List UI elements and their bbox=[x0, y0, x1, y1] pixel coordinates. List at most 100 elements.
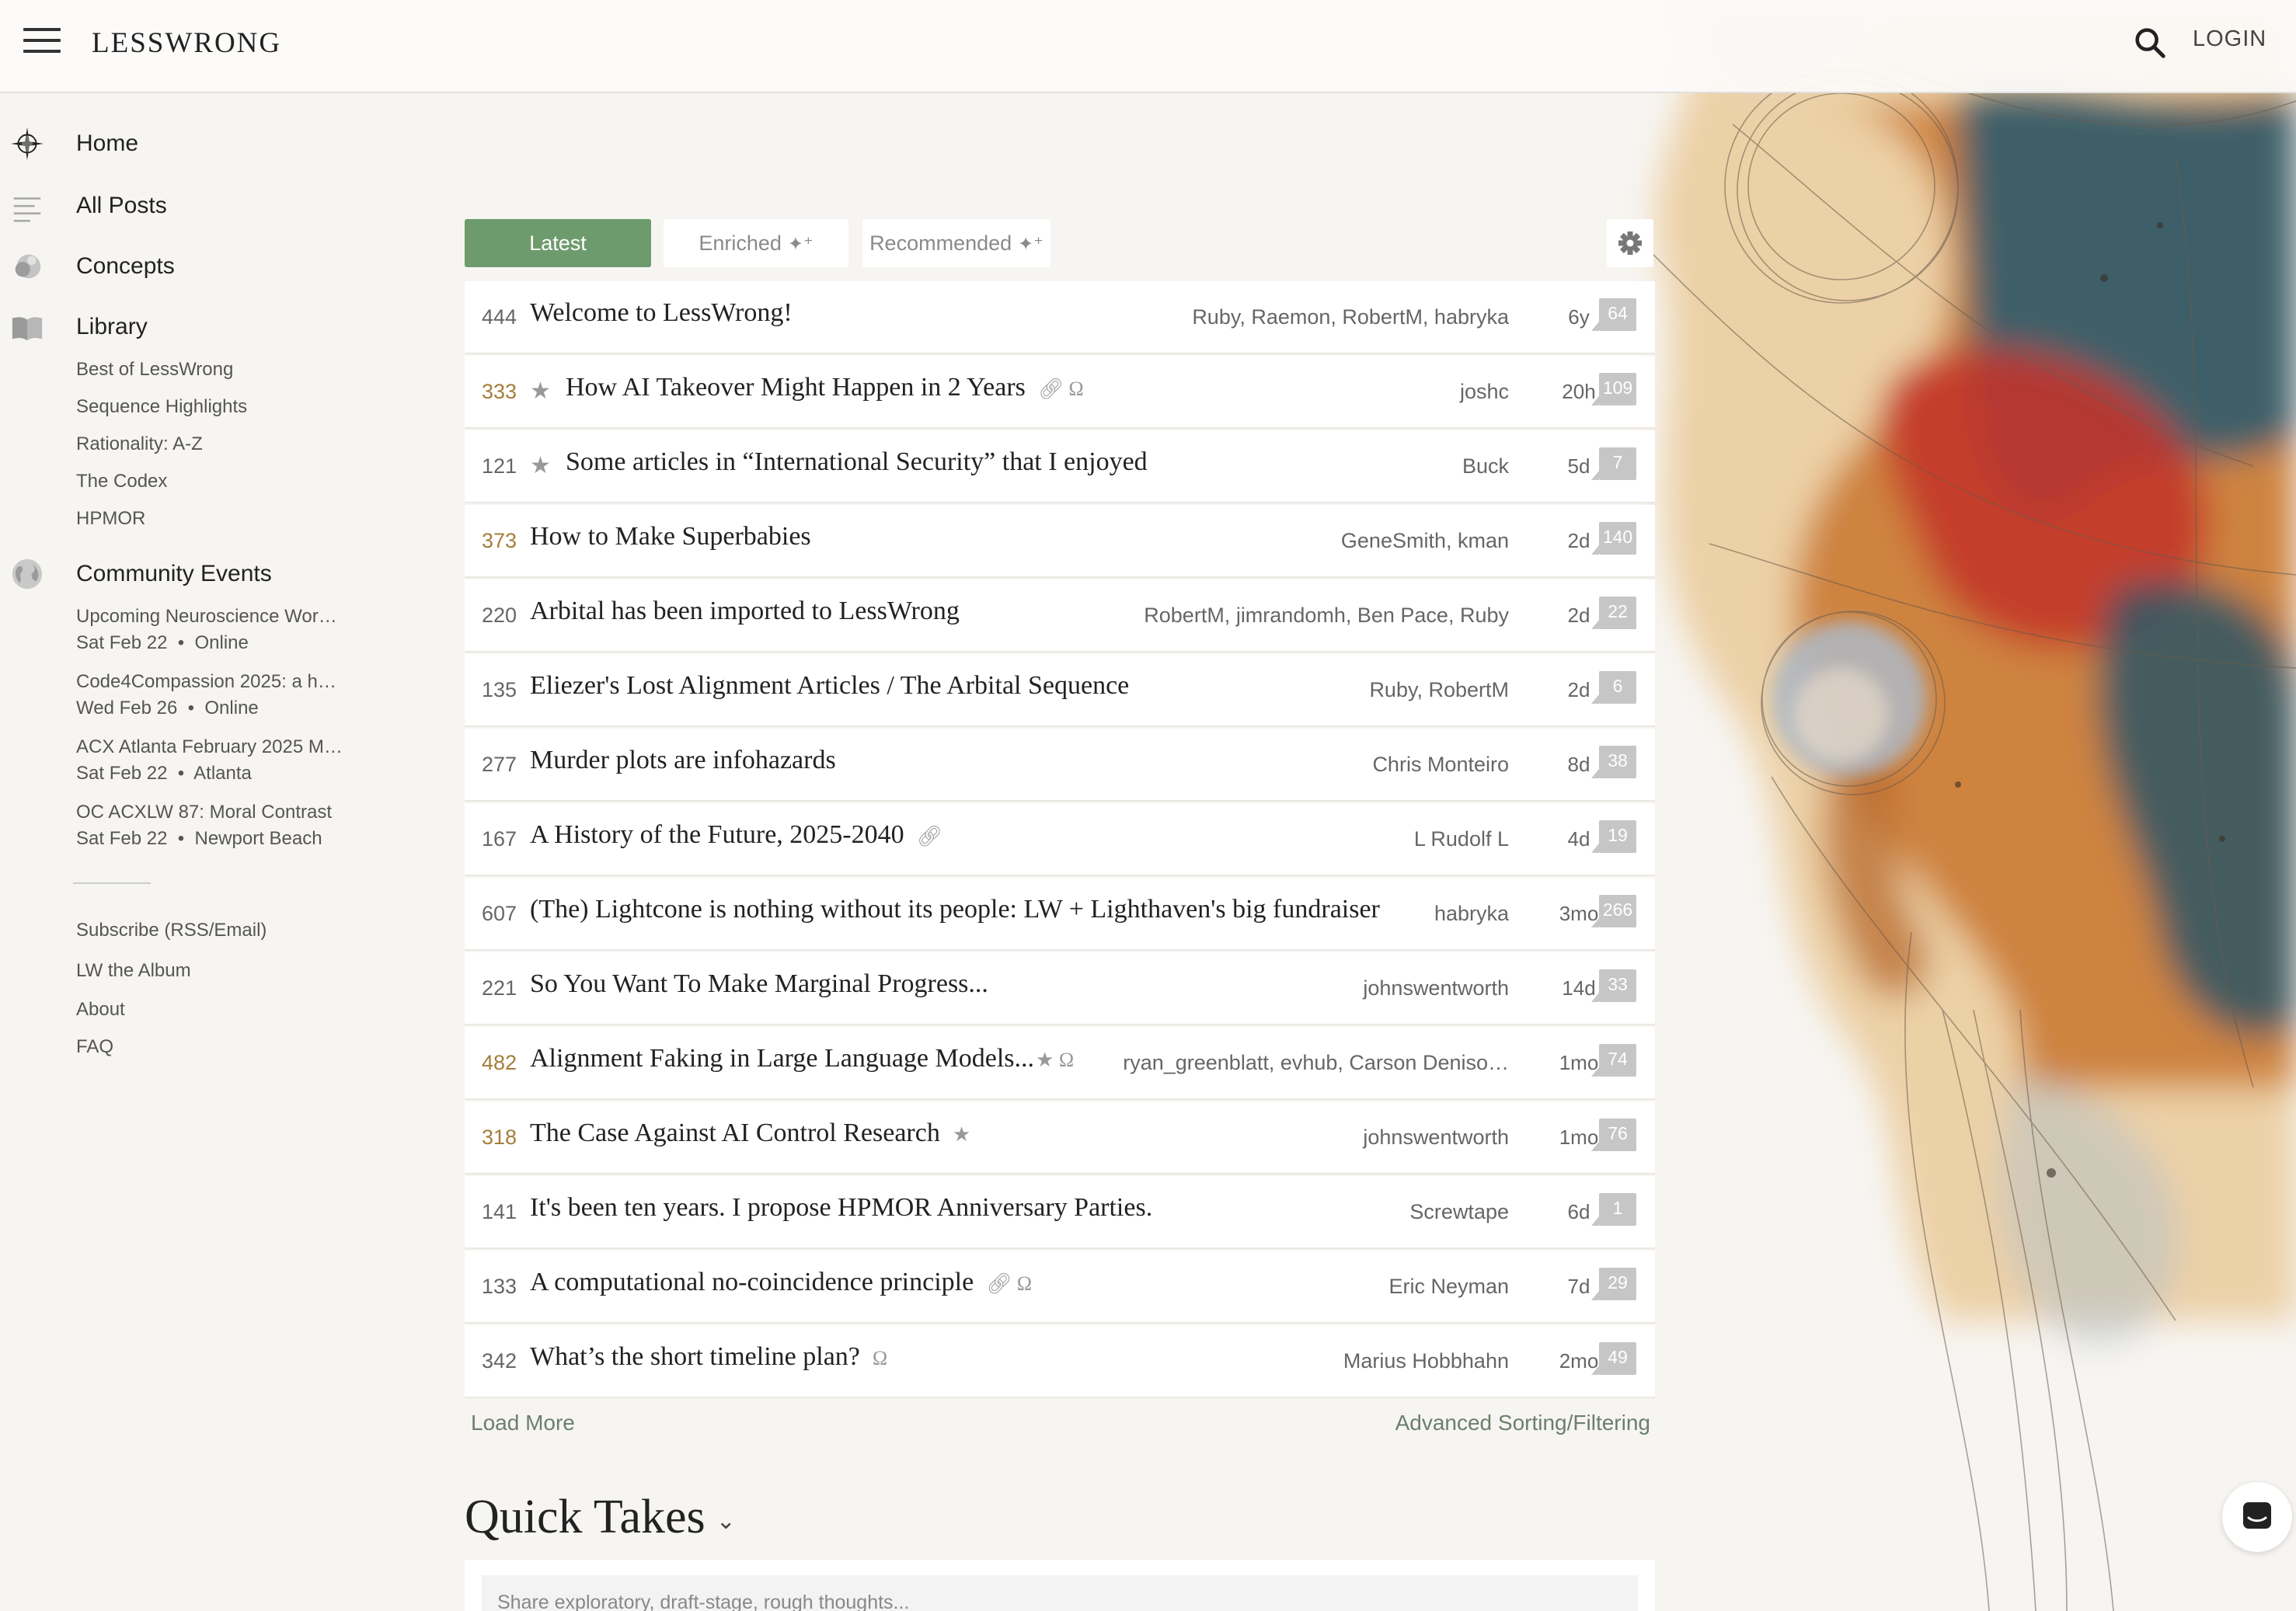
post-item[interactable]: 373 How to Make Superbabies GeneSmith, k… bbox=[465, 505, 1655, 578]
post-authors[interactable]: habryka bbox=[1434, 902, 1509, 926]
comment-count-badge[interactable]: 140 bbox=[1591, 522, 1636, 555]
post-item[interactable]: 607 (The) Lightcone is nothing without i… bbox=[465, 878, 1655, 951]
post-karma: 342 bbox=[482, 1349, 517, 1373]
quick-takes-input[interactable] bbox=[482, 1575, 1638, 1611]
sidebar-item-about[interactable]: About bbox=[76, 999, 125, 1021]
post-item[interactable]: 333 ★ How AI Takeover Might Happen in 2 … bbox=[465, 356, 1655, 429]
post-title[interactable]: A computational no-coincidence principle… bbox=[530, 1268, 1032, 1297]
post-item[interactable]: 342 What’s the short timeline plan? Ω Mar… bbox=[465, 1325, 1655, 1398]
post-item[interactable]: 444 Welcome to LessWrong! Ruby, Raemon, … bbox=[465, 281, 1655, 354]
sidebar-item-subscribe[interactable]: Subscribe (RSS/Email) bbox=[76, 920, 267, 941]
sidebar-item-concepts[interactable]: Concepts bbox=[76, 253, 175, 280]
post-item[interactable]: 221 So You Want To Make Marginal Progres… bbox=[465, 952, 1655, 1025]
post-title[interactable]: So You Want To Make Marginal Progress... bbox=[530, 969, 988, 999]
post-item[interactable]: 121 ★ Some articles in “International Se… bbox=[465, 430, 1655, 503]
post-item[interactable]: 167 A History of the Future, 2025-2040 🔗︎… bbox=[465, 803, 1655, 876]
library-item-sequence-highlights[interactable]: Sequence Highlights bbox=[76, 396, 247, 418]
post-title[interactable]: A History of the Future, 2025-2040 🔗︎ bbox=[530, 820, 942, 850]
event-meta: Sat Feb 22 • Newport Beach bbox=[76, 828, 322, 849]
post-authors[interactable]: Marius Hobbhahn bbox=[1343, 1349, 1509, 1373]
quick-takes-heading[interactable]: Quick Takes ⌄ bbox=[465, 1490, 736, 1545]
post-authors[interactable]: Ruby, Raemon, RobertM, habryka bbox=[1192, 305, 1509, 329]
comment-count-badge[interactable]: 74 bbox=[1591, 1044, 1636, 1077]
comment-count-badge[interactable]: 38 bbox=[1591, 746, 1636, 778]
post-authors[interactable]: Chris Monteiro bbox=[1372, 753, 1509, 777]
post-title[interactable]: Welcome to LessWrong! bbox=[530, 298, 793, 328]
post-item[interactable]: 277 Murder plots are infohazards Chris M… bbox=[465, 729, 1655, 802]
comment-count-badge[interactable]: 29 bbox=[1591, 1268, 1636, 1300]
comment-count-badge[interactable]: 6 bbox=[1591, 671, 1636, 704]
post-item[interactable]: 220 Arbital has been imported to LessWro… bbox=[465, 579, 1655, 652]
post-title[interactable]: Alignment Faking in Large Language Model… bbox=[530, 1044, 1074, 1073]
post-title-text: Some articles in “International Security… bbox=[566, 447, 1148, 476]
event-title[interactable]: ACX Atlanta February 2025 Meetup bbox=[76, 736, 344, 758]
event-location: Online bbox=[204, 698, 259, 719]
post-karma: 607 bbox=[482, 902, 517, 925]
event-title[interactable]: OC ACXLW 87: Moral Contrast bbox=[76, 802, 344, 823]
sidebar-item-lw-album[interactable]: LW the Album bbox=[76, 960, 191, 982]
comment-count-badge[interactable]: 33 bbox=[1591, 969, 1636, 1002]
post-authors[interactable]: Ruby, RobertM bbox=[1369, 678, 1509, 702]
post-title[interactable]: How AI Takeover Might Happen in 2 Years 🔗… bbox=[566, 373, 1084, 402]
sidebar-item-all-posts[interactable]: All Posts bbox=[76, 193, 167, 219]
comment-count-badge[interactable]: 266 bbox=[1591, 895, 1636, 927]
post-item[interactable]: 318 The Case Against AI Control Research… bbox=[465, 1101, 1655, 1174]
post-title[interactable]: It's been ten years. I propose HPMOR Ann… bbox=[530, 1193, 1152, 1223]
post-authors[interactable]: Eric Neyman bbox=[1388, 1275, 1509, 1299]
post-authors[interactable]: L Rudolf L bbox=[1414, 827, 1509, 851]
chat-bubble-icon[interactable] bbox=[2222, 1482, 2292, 1552]
post-authors[interactable]: johnswentworth bbox=[1363, 976, 1509, 1000]
tab-enriched[interactable]: Enriched ✦⁺ bbox=[664, 219, 848, 267]
post-title[interactable]: Some articles in “International Security… bbox=[566, 447, 1148, 477]
tab-latest[interactable]: Latest bbox=[465, 219, 651, 267]
post-karma: 133 bbox=[482, 1275, 517, 1298]
post-karma: 121 bbox=[482, 454, 517, 478]
comment-count-badge[interactable]: 109 bbox=[1591, 373, 1636, 405]
login-link[interactable]: LOGIN bbox=[2193, 26, 2266, 52]
event-title[interactable]: Upcoming Neuroscience Workshop bbox=[76, 606, 344, 628]
post-title[interactable]: (The) Lightcone is nothing without its p… bbox=[530, 895, 1380, 924]
post-authors[interactable]: Screwtape bbox=[1409, 1200, 1509, 1224]
advanced-sorting-link[interactable]: Advanced Sorting/Filtering bbox=[1395, 1411, 1650, 1435]
post-title[interactable]: How to Make Superbabies bbox=[530, 522, 811, 551]
post-item[interactable]: 141 It's been ten years. I propose HPMOR… bbox=[465, 1176, 1655, 1249]
load-more-link[interactable]: Load More bbox=[471, 1411, 575, 1435]
post-authors[interactable]: RobertM, jimrandomh, Ben Pace, Ruby bbox=[1144, 604, 1509, 628]
site-title[interactable]: LESSWRONG bbox=[92, 26, 281, 60]
post-title-text: The Case Against AI Control Research bbox=[530, 1119, 940, 1147]
post-authors[interactable]: ryan_greenblatt, evhub, Carson Deniso… bbox=[1123, 1051, 1509, 1075]
library-item-the-codex[interactable]: The Codex bbox=[76, 471, 167, 492]
post-title[interactable]: Murder plots are infohazards bbox=[530, 746, 836, 775]
event-date: Wed Feb 26 bbox=[76, 698, 178, 719]
sidebar-item-community-events[interactable]: Community Events bbox=[76, 561, 272, 587]
event-title[interactable]: Code4Compassion 2025: a hackathon bbox=[76, 671, 344, 693]
post-authors[interactable]: joshc bbox=[1460, 380, 1509, 404]
sidebar-item-library[interactable]: Library bbox=[76, 314, 148, 340]
post-title[interactable]: Eliezer's Lost Alignment Articles / The … bbox=[530, 671, 1129, 701]
library-item-rationality-a-z[interactable]: Rationality: A-Z bbox=[76, 433, 203, 455]
comment-count-badge[interactable]: 76 bbox=[1591, 1119, 1636, 1151]
settings-gear-icon[interactable] bbox=[1607, 219, 1653, 267]
post-item[interactable]: 135 Eliezer's Lost Alignment Articles / … bbox=[465, 654, 1655, 727]
post-item[interactable]: 133 A computational no-coincidence princ… bbox=[465, 1251, 1655, 1324]
post-authors[interactable]: johnswentworth bbox=[1363, 1126, 1509, 1150]
post-authors[interactable]: GeneSmith, kman bbox=[1341, 529, 1509, 553]
comment-count-badge[interactable]: 7 bbox=[1591, 447, 1636, 480]
hamburger-menu-icon[interactable] bbox=[23, 28, 61, 57]
search-icon[interactable] bbox=[2132, 25, 2168, 61]
sidebar-item-faq[interactable]: FAQ bbox=[76, 1036, 113, 1058]
post-title[interactable]: The Case Against AI Control Research ★ bbox=[530, 1119, 970, 1148]
post-authors[interactable]: Buck bbox=[1462, 454, 1509, 478]
post-title[interactable]: Arbital has been imported to LessWrong bbox=[530, 597, 960, 626]
tab-recommended[interactable]: Recommended ✦⁺ bbox=[862, 219, 1050, 267]
comment-count-badge[interactable]: 19 bbox=[1591, 820, 1636, 853]
comment-count-badge[interactable]: 1 bbox=[1591, 1193, 1636, 1226]
library-item-hpmor[interactable]: HPMOR bbox=[76, 508, 145, 530]
library-item-best-of-lesswrong[interactable]: Best of LessWrong bbox=[76, 359, 233, 381]
sidebar-item-home[interactable]: Home bbox=[76, 130, 138, 157]
comment-count-badge[interactable]: 64 bbox=[1591, 298, 1636, 331]
comment-count-badge[interactable]: 49 bbox=[1591, 1342, 1636, 1375]
post-title[interactable]: What’s the short timeline plan? Ω bbox=[530, 1342, 887, 1372]
comment-count-badge[interactable]: 22 bbox=[1591, 597, 1636, 629]
post-item[interactable]: 482 Alignment Faking in Large Language M… bbox=[465, 1027, 1655, 1100]
